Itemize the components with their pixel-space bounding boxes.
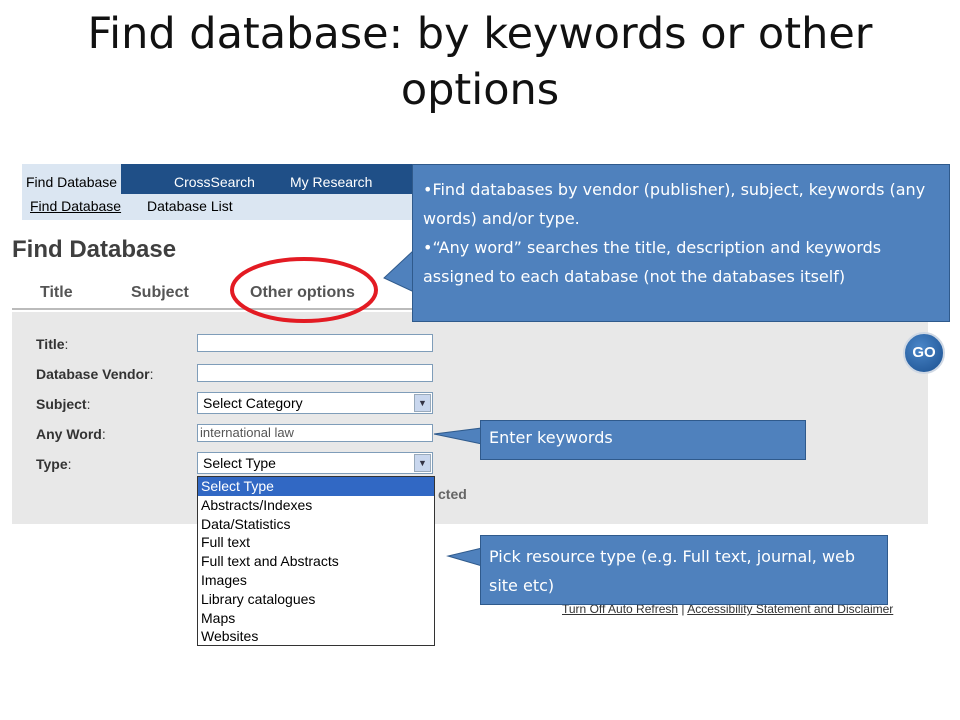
callout-pointer [446, 547, 483, 567]
annotation-overlay [230, 248, 483, 567]
info-line-1: •Find databases by vendor (publisher), s… [423, 180, 926, 228]
callout-pointer [433, 427, 483, 445]
info-callout: •Find databases by vendor (publisher), s… [412, 164, 950, 322]
keywords-callout: Enter keywords [480, 420, 806, 460]
highlight-ring [230, 257, 378, 323]
type-callout: Pick resource type (e.g. Full text, jour… [480, 535, 888, 605]
info-line-2: •“Any word” searches the title, descript… [423, 238, 882, 286]
callout-pointer [383, 248, 415, 293]
